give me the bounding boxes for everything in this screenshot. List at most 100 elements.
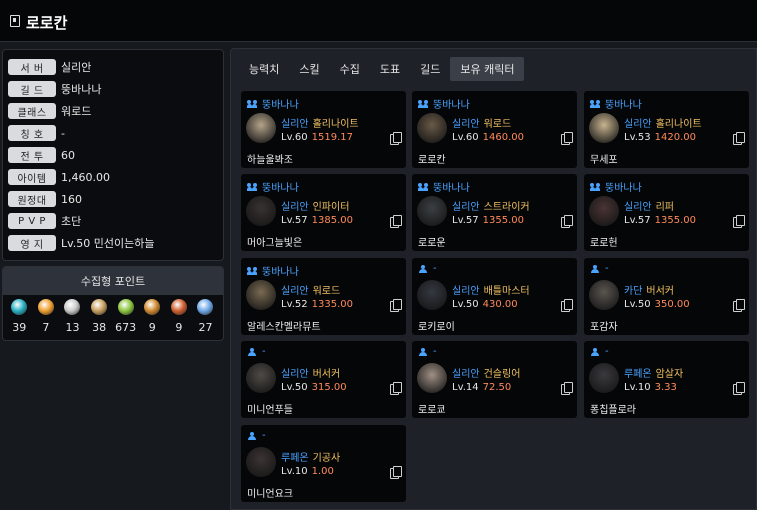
avatar	[589, 113, 619, 143]
character-level: Lv.57	[281, 215, 308, 226]
world-tree-leaf-icon	[170, 299, 187, 315]
guild-name: -	[433, 263, 437, 274]
server-class: 실리안 스트라이커	[452, 198, 530, 213]
users-icon	[418, 182, 429, 191]
class-name: 건슬링어	[483, 369, 521, 380]
guild-row: 뚱바나나	[247, 179, 299, 194]
level-row: Lv.50 315.00	[281, 382, 347, 393]
collectible-item[interactable]: 13	[59, 299, 86, 334]
copy-icon[interactable]	[390, 132, 402, 145]
item-level: 1385.00	[311, 215, 353, 226]
character-card[interactable]: - 루페온 기공사 Lv.10 1.00 미니언요크	[241, 425, 406, 502]
info-row-title: 칭 호-	[8, 125, 65, 141]
copy-icon[interactable]	[561, 382, 573, 395]
server-class: 루페온 기공사	[281, 449, 340, 464]
collectible-item[interactable]: 7	[33, 299, 60, 334]
tab-1[interactable]: 스킬	[289, 57, 329, 81]
copy-icon[interactable]	[390, 299, 402, 312]
character-card[interactable]: - 카단 버서커 Lv.50 350.00 포감자	[584, 258, 749, 335]
copy-icon[interactable]	[390, 215, 402, 228]
character-name: 미니언요크	[247, 489, 293, 500]
main-panel: 능력치 스킬 수집 도표 길드 보유 캐릭터 뚱바나나 실리안 홀리나이트 Lv.60 1519.…	[230, 48, 757, 510]
copy-icon[interactable]	[561, 132, 573, 145]
character-card[interactable]: 뚱바나나 실리안 스트라이커 Lv.57 1355.00 로로운	[412, 174, 577, 251]
collectible-item[interactable]: 673	[112, 299, 139, 334]
character-card[interactable]: 뚱바나나 실리안 인파이터 Lv.57 1385.00 머아그늘빛은	[241, 174, 406, 251]
character-card[interactable]: - 실리안 건슬링어 Lv.14 72.50 로로쿄	[412, 341, 577, 418]
character-card[interactable]: - 루페온 암살자 Lv.10 3.33 퐁칩플로라	[584, 341, 749, 418]
giant-heart-icon	[64, 299, 81, 315]
avatar	[589, 280, 619, 310]
character-card[interactable]: - 실리안 버서커 Lv.50 315.00 미니언푸들	[241, 341, 406, 418]
item-level: 1355.00	[654, 215, 696, 226]
copy-icon[interactable]	[733, 132, 745, 145]
guild-row: -	[590, 346, 609, 357]
user-icon	[590, 264, 601, 273]
server-name: 실리안	[281, 119, 309, 130]
item-level: 1355.00	[482, 215, 524, 226]
tab-4[interactable]: 길드	[410, 57, 450, 81]
avatar	[589, 196, 619, 226]
collectible-item[interactable]: 38	[86, 299, 113, 334]
info-value: 60	[61, 148, 75, 162]
item-level: 315.00	[311, 382, 347, 393]
collectibles-list: 39 7 13 38 673 9 9 27	[3, 295, 223, 334]
server-class: 실리안 배틀마스터	[452, 282, 530, 297]
guild-row: -	[247, 430, 266, 441]
server-name: 실리안	[452, 119, 480, 130]
copy-icon[interactable]	[390, 382, 402, 395]
collectible-item[interactable]: 39	[6, 299, 33, 334]
item-level: 430.00	[482, 299, 518, 310]
character-card[interactable]: 뚱바나나 실리안 워로드 Lv.60 1460.00 로로칸	[412, 91, 577, 168]
tab-0[interactable]: 능력치	[239, 57, 289, 81]
server-class: 실리안 버서커	[281, 365, 340, 380]
collectibles-title: 수집형 포인트	[3, 267, 223, 295]
server-name: 실리안	[281, 286, 309, 297]
level-row: Lv.50 430.00	[452, 299, 518, 310]
server-name: 실리안	[624, 202, 652, 213]
info-row-server: 서 버 실리안	[8, 59, 91, 75]
character-level: Lv.53	[624, 132, 651, 143]
copy-icon[interactable]	[390, 466, 402, 479]
info-label: 아이템	[8, 169, 56, 185]
copy-icon[interactable]	[733, 299, 745, 312]
tab-3[interactable]: 도표	[370, 57, 410, 81]
level-row: Lv.53 1420.00	[624, 132, 696, 143]
info-row-combat: 전 투 60	[8, 147, 75, 163]
info-label: 길 드	[8, 81, 56, 97]
tab-bar: 능력치 스킬 수집 도표 길드 보유 캐릭터	[239, 57, 525, 81]
item-level: 1519.17	[311, 132, 353, 143]
collectible-count: 7	[42, 321, 50, 334]
guild-row: 뚱바나나	[590, 179, 642, 194]
character-card[interactable]: 뚱바나나 실리안 홀리나이트 Lv.60 1519.17 하늘울봐조	[241, 91, 406, 168]
server-name: 루페온	[281, 453, 309, 464]
voyage-icon	[144, 299, 161, 315]
item-level: 1335.00	[311, 299, 353, 310]
character-card[interactable]: 뚱바나나 실리안 리퍼 Lv.57 1355.00 로로헌	[584, 174, 749, 251]
copy-icon[interactable]	[733, 215, 745, 228]
class-name: 홀리나이트	[312, 119, 359, 130]
collectible-item[interactable]: 27	[192, 299, 219, 334]
collectible-item[interactable]: 9	[139, 299, 166, 334]
copy-icon[interactable]	[733, 382, 745, 395]
character-card[interactable]: - 실리안 배틀마스터 Lv.50 430.00 로키로이	[412, 258, 577, 335]
character-name: 로키로이	[418, 322, 455, 333]
art-piece-icon	[91, 299, 108, 315]
character-name: 로로운	[418, 238, 446, 249]
level-row: Lv.57 1355.00	[452, 215, 524, 226]
character-card[interactable]: 뚱바나나 실리안 홀리나이트 Lv.53 1420.00 무세포	[584, 91, 749, 168]
info-label: 영 지	[8, 235, 56, 251]
info-row-estate: 영 지 Lv.50 민선이는하늘	[8, 235, 155, 251]
tab-2[interactable]: 수집	[330, 57, 370, 81]
avatar	[246, 196, 276, 226]
copy-icon[interactable]	[561, 299, 573, 312]
copy-icon[interactable]	[561, 215, 573, 228]
collectible-item[interactable]: 9	[166, 299, 193, 334]
tab-5[interactable]: 보유 캐릭터	[450, 57, 525, 81]
guild-row: 뚱바나나	[247, 96, 299, 111]
user-icon	[247, 431, 258, 440]
character-card[interactable]: 뚱바나나 실리안 워로드 Lv.52 1335.00 알레스칸멜라뮤트	[241, 258, 406, 335]
class-name: 배틀마스터	[483, 286, 530, 297]
guild-row: 뚱바나나	[590, 96, 642, 111]
bookmark-icon[interactable]	[10, 15, 20, 27]
